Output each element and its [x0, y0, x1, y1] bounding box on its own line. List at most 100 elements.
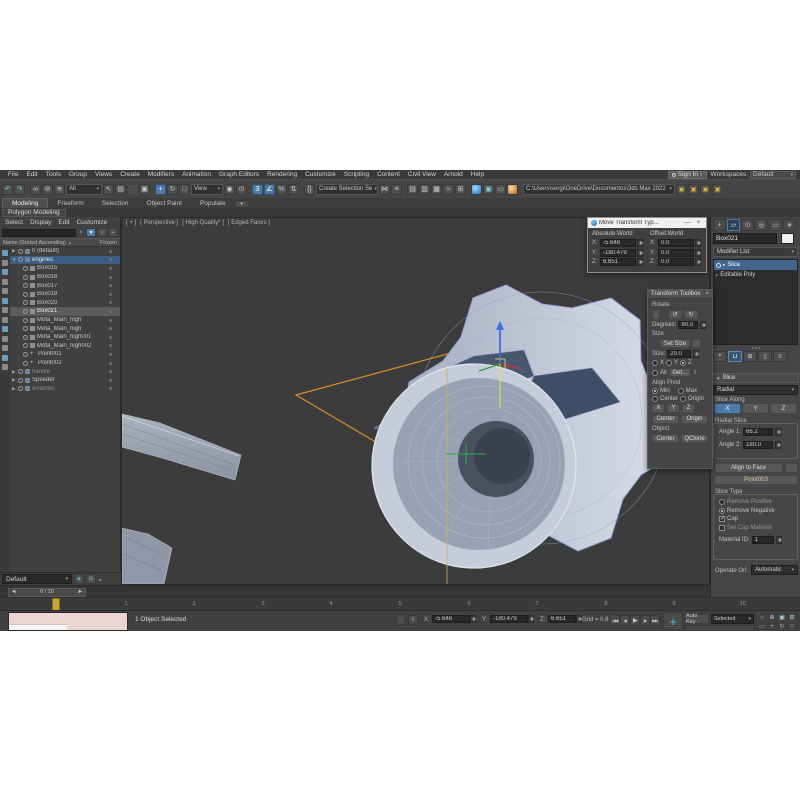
motion-tab-icon[interactable]: ◎: [755, 219, 768, 231]
slice-mode-dropdown[interactable]: Radial ▾: [713, 385, 798, 395]
select-object-icon[interactable]: ↖: [103, 184, 114, 195]
collapse-up-icon[interactable]: ▲: [98, 577, 102, 582]
menu-graph-editors[interactable]: Graph Editors: [215, 171, 263, 178]
frozen-toggle[interactable]: [109, 284, 112, 287]
previous-frame-icon[interactable]: ◀|: [620, 615, 630, 626]
menu-help[interactable]: Help: [467, 171, 488, 178]
curve-editor-icon[interactable]: ≈: [443, 184, 454, 195]
go-to-start-icon[interactable]: |◀◀: [610, 615, 620, 626]
menu-modifiers[interactable]: Modifiers: [144, 171, 178, 178]
list-item[interactable]: Mota_Main_high: [10, 324, 120, 333]
make-unique-icon[interactable]: ⊞: [743, 351, 757, 362]
slice-z-button[interactable]: Z: [770, 403, 797, 414]
modifier-stack-item-slice[interactable]: ▸ Slice: [714, 260, 797, 270]
axis-y-radio[interactable]: [666, 360, 672, 366]
frozen-toggle[interactable]: [109, 379, 112, 382]
display-layers-icon[interactable]: [2, 364, 8, 370]
modifier-list-dropdown[interactable]: Modifier List ▾: [713, 247, 798, 257]
material-id-field[interactable]: 1: [752, 536, 774, 544]
list-item[interactable]: Box016: [10, 273, 120, 282]
display-helpers-icon[interactable]: [2, 298, 8, 304]
go-to-end-icon[interactable]: ▶▶|: [650, 615, 660, 626]
y-coordinate-field[interactable]: -180.479: [490, 615, 534, 623]
eye-icon[interactable]: [18, 369, 23, 374]
display-all-icon[interactable]: [2, 250, 8, 256]
expand-icon[interactable]: ▸: [716, 272, 718, 278]
qclone-button[interactable]: QClone: [681, 434, 708, 443]
eye-icon[interactable]: [23, 309, 28, 314]
menu-edit[interactable]: Edit: [22, 171, 41, 178]
z-coordinate-field[interactable]: 6.651: [548, 615, 582, 623]
display-groups-icon[interactable]: [2, 317, 8, 323]
frozen-toggle[interactable]: [109, 327, 112, 330]
show-end-result-icon[interactable]: ⊔: [728, 351, 742, 362]
display-geometry-icon[interactable]: [2, 260, 8, 266]
menu-views[interactable]: Views: [91, 171, 116, 178]
spinner-control[interactable]: [695, 249, 701, 257]
frozen-toggle[interactable]: [109, 293, 112, 296]
dialog-titlebar[interactable]: Move Transform Typ... — ×: [588, 218, 706, 228]
eye-icon[interactable]: [23, 326, 28, 331]
rotate-axis-button[interactable]: [652, 310, 660, 319]
viewport-menu-pov[interactable]: [ Perspective ]: [140, 220, 178, 226]
select-and-move-icon[interactable]: +: [155, 184, 166, 195]
viewport-menu-general[interactable]: [ + ]: [126, 220, 136, 226]
list-item[interactable]: ▶ 0 (default): [10, 247, 120, 256]
track-bar[interactable]: 0 1 2 3 4 5 6 7 8 9 10: [0, 597, 800, 610]
frozen-toggle[interactable]: [109, 387, 112, 390]
pivot-max-radio[interactable]: [678, 388, 684, 394]
absolute-x-field[interactable]: -5.648: [600, 239, 636, 247]
list-item[interactable]: + Point002: [10, 359, 120, 368]
align-to-face-button[interactable]: Align to Face: [714, 463, 783, 473]
use-pivot-point-icon[interactable]: ◉: [224, 184, 235, 195]
list-item[interactable]: Box015: [10, 264, 120, 273]
zoom-extents-all-icon[interactable]: ⊞: [787, 613, 797, 622]
filter-icon[interactable]: ▼: [86, 228, 96, 237]
project-folder-dropdown[interactable]: C:\Users\sergi\OneDrive\Documentos\3ds M…: [523, 184, 675, 195]
pivot-x-button[interactable]: X: [652, 404, 665, 413]
absolute-z-field[interactable]: 6.651: [600, 258, 636, 266]
menu-rendering[interactable]: Rendering: [263, 171, 301, 178]
size-field[interactable]: 20.0: [667, 350, 691, 358]
minimize-icon[interactable]: —: [683, 220, 692, 226]
eye-icon[interactable]: [23, 292, 28, 297]
select-and-rotate-icon[interactable]: ↻: [167, 184, 178, 195]
keyframe-icon[interactable]: ◈: [74, 574, 84, 584]
add-container-icon[interactable]: +: [108, 228, 118, 237]
display-xrefs-icon[interactable]: [2, 326, 8, 332]
move-transform-type-in-dialog[interactable]: Move Transform Typ... — × Absolute:World…: [587, 217, 707, 273]
list-item-selected[interactable]: Box021: [10, 307, 120, 316]
eye-icon[interactable]: [23, 300, 28, 305]
angle1-field[interactable]: 66.2: [743, 428, 773, 436]
selection-lock-icon[interactable]: ◊: [408, 615, 418, 625]
list-item[interactable]: Mota_Main_high001: [10, 333, 120, 342]
ribbon-minimize-icon[interactable]: ▾: [235, 200, 249, 208]
set-key-icon[interactable]: +: [663, 612, 683, 630]
layer-explorer-icon[interactable]: ▤: [407, 184, 418, 195]
frozen-toggle[interactable]: [109, 301, 112, 304]
transform-toolbox-dialog[interactable]: Transform Toolbox × Rotate ↺ ↻ Degrees: …: [647, 289, 713, 469]
list-item[interactable]: ▼ engines: [10, 256, 120, 265]
explorer-menu-customize[interactable]: Customize: [77, 219, 108, 226]
spinner-control[interactable]: [470, 615, 476, 623]
material-editor-icon[interactable]: [471, 184, 482, 195]
absolute-y-field[interactable]: -180.479: [600, 249, 636, 257]
select-and-manipulate-icon[interactable]: ⊙: [236, 184, 247, 195]
object-color-swatch[interactable]: [781, 233, 794, 244]
spinner-control[interactable]: [637, 258, 643, 266]
explorer-column-header[interactable]: Name (Sorted Ascending) ▲ Frozen: [0, 238, 120, 247]
menu-animation[interactable]: Animation: [178, 171, 215, 178]
set-size-button[interactable]: Set Size: [660, 339, 690, 348]
reset-align-icon[interactable]: [785, 463, 798, 473]
frozen-toggle[interactable]: [109, 310, 112, 313]
filters-icon[interactable]: ⊟: [86, 574, 96, 584]
select-and-scale-icon[interactable]: □: [179, 184, 190, 195]
tab-populate[interactable]: Populate: [191, 199, 235, 208]
isolate-selection-icon[interactable]: ◌: [396, 615, 406, 625]
menu-arnold[interactable]: Arnold: [440, 171, 467, 178]
list-item[interactable]: Mota_Main_high002: [10, 342, 120, 351]
remove-negative-radio[interactable]: [719, 508, 725, 514]
select-by-name-icon[interactable]: ▤: [115, 184, 126, 195]
list-item[interactable]: Box018: [10, 290, 120, 299]
menu-file[interactable]: File: [4, 171, 22, 178]
